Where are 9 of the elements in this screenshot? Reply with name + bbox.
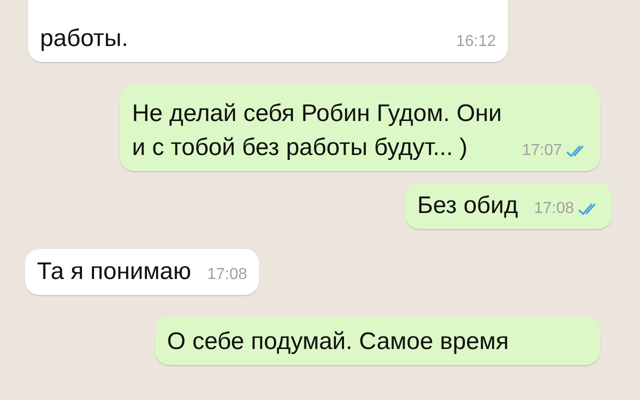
message-text: Не делай себя Робин Гудом. Они и с тобой без работы будут... ): [132, 99, 503, 163]
message-time: 16:12: [456, 32, 496, 52]
message-text: О себе подумай. Самое время: [167, 327, 510, 357]
message-text: работы.: [40, 24, 130, 54]
message-time: 17:07: [522, 141, 562, 161]
message-time: 17:08: [207, 265, 248, 285]
message-text: Та я понимаю: [37, 257, 192, 287]
message-text: Без обид: [417, 191, 518, 221]
message-time: 17:08: [534, 199, 574, 219]
